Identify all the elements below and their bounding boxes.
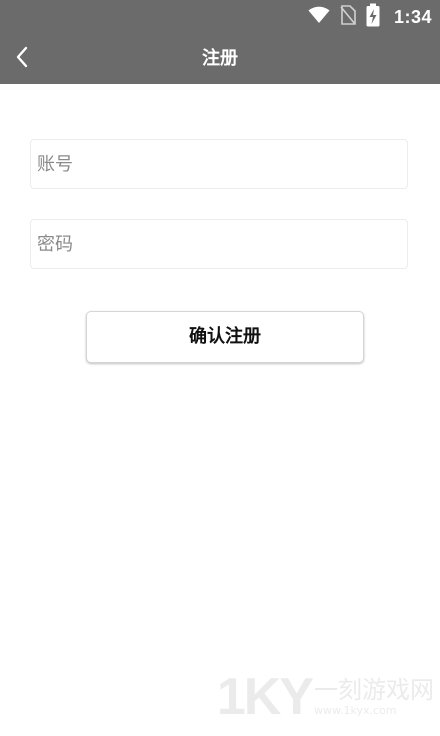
status-icons: 1:34 bbox=[308, 3, 432, 31]
watermark: 1KY 一刻游戏网 www.1kyx.com bbox=[216, 668, 434, 726]
password-field bbox=[30, 219, 408, 269]
watermark-url: www.1kyx.com bbox=[314, 704, 397, 717]
account-input[interactable] bbox=[31, 140, 407, 188]
watermark-text: 一刻游戏网 www.1kyx.com bbox=[314, 676, 434, 722]
account-field bbox=[30, 139, 408, 189]
status-bar: 1:34 bbox=[0, 0, 440, 34]
no-sim-icon bbox=[340, 5, 356, 29]
password-input[interactable] bbox=[31, 220, 407, 268]
chevron-left-icon bbox=[15, 46, 29, 72]
watermark-name: 一刻游戏网 bbox=[314, 676, 434, 704]
back-button[interactable] bbox=[0, 34, 44, 84]
app-bar: 注册 bbox=[0, 34, 440, 84]
page-title: 注册 bbox=[202, 48, 238, 69]
wifi-icon bbox=[308, 6, 330, 28]
battery-charging-icon bbox=[366, 3, 380, 31]
register-screen: 1:34 注册 确认注册 1KY 一刻游戏网 www.1kyx.com bbox=[0, 0, 440, 736]
watermark-logo: 1KY bbox=[216, 668, 314, 726]
status-time: 1:34 bbox=[393, 6, 432, 27]
confirm-register-button[interactable]: 确认注册 bbox=[86, 311, 364, 363]
